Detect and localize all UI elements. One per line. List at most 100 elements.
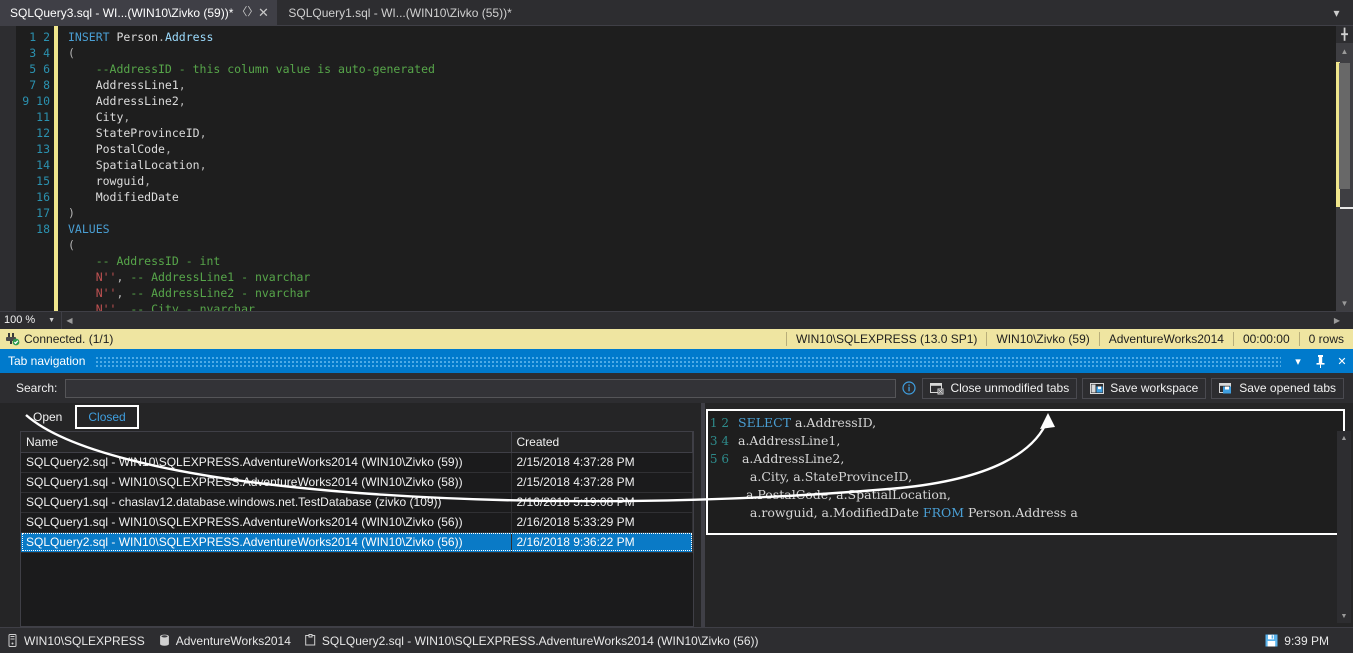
column-header-name[interactable]: Name: [21, 432, 511, 452]
scroll-right-icon[interactable]: ▶: [1321, 316, 1353, 325]
status-elapsed-time: 00:00:00: [1233, 332, 1299, 346]
code-line: N'', -- AddressLine1 - nvarchar: [68, 269, 1353, 285]
tabstrip-overflow-button[interactable]: ▾: [1320, 0, 1353, 25]
table-row[interactable]: SQLQuery1.sql - WIN10\SQLEXPRESS.Adventu…: [21, 472, 693, 492]
footer-server-label: WIN10\SQLEXPRESS: [24, 634, 145, 648]
panel-vertical-scrollbar[interactable]: ▲ ▼: [1337, 431, 1351, 623]
pin-icon[interactable]: 〈〉: [239, 5, 255, 21]
preview-code-line: SELECT a.AddressID,: [738, 414, 1343, 432]
footer-server: WIN10\SQLEXPRESS: [8, 634, 145, 648]
editor-scroll-thumb[interactable]: [1339, 63, 1350, 189]
cell-created: 2/16/2018 5:33:29 PM: [511, 512, 693, 532]
preview-code-line: a.PostalCode, a.SpatialLocation,: [738, 486, 1343, 504]
status-server: WIN10\SQLEXPRESS (13.0 SP1): [786, 332, 986, 346]
status-login: WIN10\Zivko (59): [986, 332, 1098, 346]
footer-clock: 9:39 PM: [1265, 634, 1329, 648]
subtab-open[interactable]: Open: [20, 405, 75, 429]
cell-created: 2/16/2018 9:36:22 PM: [511, 532, 693, 552]
status-database: AdventureWorks2014: [1099, 332, 1233, 346]
preview-line-numbers: 1 2 3 4 5 6: [708, 411, 734, 533]
cell-name: SQLQuery1.sql - WIN10\SQLEXPRESS.Adventu…: [21, 512, 511, 532]
cell-created: 2/15/2018 4:37:28 PM: [511, 452, 693, 472]
close-unmodified-tabs-button[interactable]: Close unmodified tabs: [922, 378, 1077, 399]
preview-code-line: a.AddressLine2,: [738, 450, 1343, 468]
ssms-window: SQLQuery3.sql - WI...(WIN10\Zivko (59))*…: [0, 0, 1353, 653]
scroll-down-icon[interactable]: ▼: [1336, 295, 1353, 311]
scroll-down-icon[interactable]: ▼: [1341, 609, 1348, 623]
code-line: -- AddressID - int: [68, 253, 1353, 269]
table-row[interactable]: SQLQuery1.sql - WIN10\SQLEXPRESS.Adventu…: [21, 512, 693, 532]
panel-body: Open Closed Name Created: [0, 403, 1353, 627]
scroll-up-icon[interactable]: ▲: [1341, 431, 1348, 445]
save-opened-tabs-button[interactable]: Save opened tabs: [1211, 378, 1344, 399]
editor-caret-marker: [1340, 207, 1353, 209]
close-tabs-icon: [930, 382, 945, 395]
close-icon: ✕: [1337, 355, 1346, 368]
cell-created: 2/15/2018 4:37:28 PM: [511, 472, 693, 492]
footer-database: AdventureWorks2014: [159, 634, 291, 648]
code-line: rowguid,: [68, 173, 1353, 189]
close-icon[interactable]: ✕: [255, 5, 271, 21]
closed-tabs-table: Name Created SQLQuery2.sql - WIN10\SQLEX…: [21, 432, 693, 553]
panel-pin-button[interactable]: [1309, 350, 1331, 372]
code-line: AddressLine1,: [68, 77, 1353, 93]
editor-vertical-scrollbar[interactable]: ╋ ▲ ▼: [1336, 26, 1353, 311]
tab-navigation-panel: Tab navigation ▾ ✕ Search:: [0, 349, 1353, 653]
panel-dropdown-button[interactable]: ▾: [1287, 350, 1309, 372]
table-row[interactable]: SQLQuery1.sql - chaslav12.database.windo…: [21, 492, 693, 512]
document-icon: [305, 634, 316, 647]
status-row-count: 0 rows: [1299, 332, 1353, 346]
cell-name: SQLQuery1.sql - chaslav12.database.windo…: [21, 492, 511, 512]
connection-status-bar: Connected. (1/1) WIN10\SQLEXPRESS (13.0 …: [0, 328, 1353, 349]
subtab-label: Open: [33, 410, 62, 424]
editor-bottom-bar: 100 % ▼ ◀ ▶: [0, 311, 1353, 328]
button-label: Save opened tabs: [1239, 381, 1336, 395]
save-tabs-icon: [1219, 382, 1234, 395]
code-line: N'', -- AddressLine2 - nvarchar: [68, 285, 1353, 301]
panel-title: Tab navigation: [8, 354, 85, 368]
editor-split-button[interactable]: ╋: [1336, 26, 1353, 43]
cell-name: SQLQuery2.sql - WIN10\SQLEXPRESS.Adventu…: [21, 532, 511, 552]
table-row[interactable]: SQLQuery2.sql - WIN10\SQLEXPRESS.Adventu…: [21, 452, 693, 472]
footer-database-label: AdventureWorks2014: [176, 634, 291, 648]
footer-document-label: SQLQuery2.sql - WIN10\SQLEXPRESS.Adventu…: [322, 634, 759, 648]
editor-scroll-track[interactable]: [1336, 59, 1353, 295]
footer-document: SQLQuery2.sql - WIN10\SQLEXPRESS.Adventu…: [305, 634, 759, 648]
editor-tab-sqlquery3[interactable]: SQLQuery3.sql - WI...(WIN10\Zivko (59))*…: [0, 0, 278, 25]
preview-column: 1 2 3 4 5 6 SELECT a.AddressID,a.Address…: [700, 403, 1353, 627]
scroll-left-icon[interactable]: ◀: [62, 316, 77, 325]
editor-indicator-margin: [0, 26, 16, 311]
panel-search-row: Search: Close unmodified tabs: [0, 373, 1353, 403]
database-icon: [159, 634, 170, 647]
code-line: VALUES: [68, 221, 1353, 237]
editor-text-area[interactable]: INSERT Person.Address( --AddressID - thi…: [58, 26, 1353, 311]
cell-name: SQLQuery1.sql - WIN10\SQLEXPRESS.Adventu…: [21, 472, 511, 492]
search-input[interactable]: [65, 379, 896, 398]
button-label: Save workspace: [1110, 381, 1198, 395]
table-header-row: Name Created: [21, 432, 693, 452]
info-icon[interactable]: [896, 381, 922, 395]
editor-tab-sqlquery1[interactable]: SQLQuery1.sql - WI...(WIN10\Zivko (55))*: [278, 0, 524, 25]
preview-code-line: a.City, a.StateProvinceID,: [738, 468, 1343, 486]
panel-header[interactable]: Tab navigation ▾ ✕: [0, 349, 1353, 373]
connection-status-text: Connected. (1/1): [24, 332, 786, 346]
panel-drag-grip[interactable]: [95, 356, 1281, 367]
panel-scroll-track[interactable]: [1337, 445, 1351, 609]
table-row[interactable]: SQLQuery2.sql - WIN10\SQLEXPRESS.Adventu…: [21, 532, 693, 552]
editor-zoom-selector[interactable]: 100 % ▼: [0, 312, 62, 329]
column-header-created[interactable]: Created: [511, 432, 693, 452]
panel-close-button[interactable]: ✕: [1331, 350, 1353, 372]
code-line: --AddressID - this column value is auto-…: [68, 61, 1353, 77]
panel-footer: WIN10\SQLEXPRESS AdventureWorks2014 SQLQ…: [0, 627, 1353, 653]
button-label: Close unmodified tabs: [950, 381, 1069, 395]
subtab-closed[interactable]: Closed: [75, 405, 138, 429]
preview-code-line: a.AddressLine1,: [738, 432, 1343, 450]
open-closed-tabs: Open Closed: [0, 403, 700, 431]
cell-name: SQLQuery2.sql - WIN10\SQLEXPRESS.Adventu…: [21, 452, 511, 472]
editor-tab-label: SQLQuery3.sql - WI...(WIN10\Zivko (59))*: [10, 6, 233, 20]
scroll-up-icon[interactable]: ▲: [1336, 43, 1353, 59]
code-line: INSERT Person.Address: [68, 29, 1353, 45]
code-line: StateProvinceID,: [68, 125, 1353, 141]
save-workspace-button[interactable]: Save workspace: [1082, 378, 1206, 399]
footer-clock-label: 9:39 PM: [1284, 634, 1329, 648]
